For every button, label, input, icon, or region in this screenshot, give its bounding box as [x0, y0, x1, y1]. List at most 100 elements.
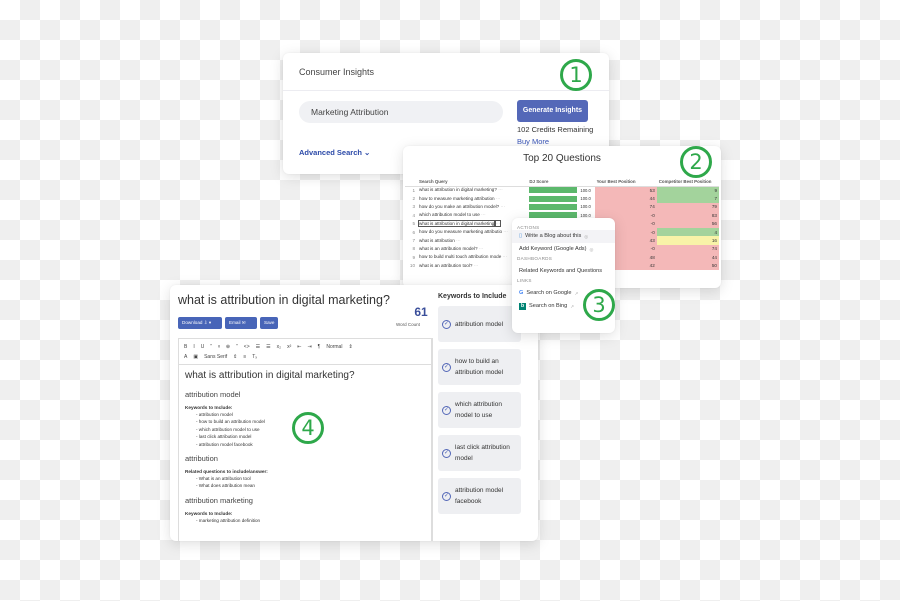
- code-icon[interactable]: <>: [244, 344, 250, 350]
- search-query-cell[interactable]: how do you make an attribution model? ⋯: [417, 203, 527, 211]
- outdent-icon[interactable]: ⇤: [297, 344, 301, 350]
- format-select-caret-icon[interactable]: ⇕: [348, 344, 352, 350]
- search-query-cell[interactable]: how do you measure marketing attributio …: [417, 228, 527, 236]
- search-input[interactable]: Marketing Attribution: [299, 101, 503, 123]
- competitor-best-position-cell: 9: [656, 186, 719, 195]
- menu-item-add-keyword[interactable]: Add Keyword (Google Ads) ◎: [512, 243, 615, 256]
- document-editor-card: what is attribution in digital marketing…: [170, 285, 538, 541]
- search-query-cell[interactable]: how to measure marketing attribution ⋯: [417, 194, 527, 202]
- row-number: 4: [412, 212, 416, 218]
- link-icon[interactable]: ᵍ: [218, 344, 220, 350]
- search-query-cell[interactable]: which attribution model to use ⋯: [417, 211, 527, 219]
- keyword-card[interactable]: ✓ how to build an attribution model: [438, 349, 521, 385]
- more-icon[interactable]: ⋯: [498, 187, 503, 192]
- keyword-card[interactable]: ✓ which attribution model to use: [438, 392, 521, 428]
- dj-score-cell: 100.0: [527, 203, 594, 211]
- email-button[interactable]: Email ✉: [225, 317, 257, 329]
- google-icon: G: [519, 290, 524, 296]
- keyword-card[interactable]: ✓ attribution model: [438, 306, 521, 342]
- font-select-caret-icon[interactable]: ⇕: [233, 354, 237, 360]
- table-row[interactable]: 1 what is attribution in digital marketin…: [405, 186, 719, 195]
- blockquote-icon[interactable]: ”: [236, 344, 238, 350]
- check-circle-icon: ✓: [442, 362, 451, 372]
- clear-format-icon[interactable]: Tₓ: [252, 354, 257, 360]
- italic-icon[interactable]: I: [193, 344, 194, 350]
- keyword-text: attribution model: [455, 320, 504, 328]
- step-badge-3: 3: [583, 289, 615, 321]
- keyword-text: how to build an attribution model: [455, 358, 504, 376]
- download-label: Download: [182, 320, 203, 325]
- bold-icon[interactable]: B: [184, 344, 187, 350]
- more-icon[interactable]: ⋯: [503, 254, 508, 259]
- more-icon[interactable]: ⋯: [456, 238, 461, 243]
- search-query-cell[interactable]: what is attribution in digital marketing…: [417, 186, 527, 194]
- more-icon[interactable]: ⋯: [479, 246, 484, 251]
- list-item: - marketing attribution definition: [196, 517, 261, 523]
- image-icon[interactable]: ⊕: [226, 344, 230, 350]
- table-row[interactable]: 2 how to measure marketing attribution ⋯ 1…: [405, 194, 719, 203]
- font-select[interactable]: Sans Serif: [204, 354, 227, 360]
- advanced-search-toggle[interactable]: Advanced Search ⌄: [299, 148, 370, 157]
- search-query-cell[interactable]: what is attribution in digital marketing…: [417, 219, 527, 228]
- buy-more-link[interactable]: Buy More: [517, 137, 549, 146]
- check-circle-icon: ✓: [442, 319, 451, 329]
- row-context-menu: ACTIONS ▯ Write a Blog about this ◎ Add …: [512, 218, 615, 333]
- search-query-cell[interactable]: how to build multi touch attribution mod…: [417, 253, 527, 261]
- section-subheading: attribution model: [185, 390, 241, 399]
- row-number: 9: [412, 254, 416, 260]
- score-bar: [529, 195, 578, 202]
- row-number: 3: [412, 204, 416, 210]
- generate-insights-button[interactable]: Generate Insights: [517, 100, 588, 122]
- col-search-query[interactable]: Search Query: [417, 177, 528, 187]
- section-label: Keywords to Include:: [185, 510, 233, 516]
- competitor-best-position-cell: 56: [656, 219, 719, 228]
- paragraph-icon[interactable]: ¶: [318, 344, 321, 350]
- bullet-list-icon[interactable]: ☰: [266, 344, 270, 350]
- score-bar: [529, 187, 578, 194]
- save-button[interactable]: Save: [260, 317, 279, 329]
- quote-icon[interactable]: ”: [210, 344, 212, 350]
- list-item: - What does attribution mean: [196, 483, 255, 489]
- more-icon[interactable]: ⋯: [474, 263, 479, 268]
- col-dj-score[interactable]: DJ Score: [527, 177, 595, 187]
- subscript-icon[interactable]: x₂: [277, 344, 281, 350]
- section-subheading: attribution: [185, 454, 218, 464]
- related-keywords-label: Related Keywords and Questions: [519, 268, 603, 274]
- search-query-cell[interactable]: what is an attribution model? ⋯: [417, 245, 527, 253]
- competitor-best-position-cell: 50: [656, 261, 719, 270]
- more-icon[interactable]: ⋯: [481, 212, 486, 217]
- indent-icon[interactable]: ⇥: [307, 344, 311, 350]
- table-row[interactable]: 3 how do you make an attribution model? ⋯…: [405, 202, 719, 212]
- underline-icon[interactable]: U: [201, 344, 205, 350]
- more-icon[interactable]: ⋯: [501, 204, 506, 209]
- download-button[interactable]: Download ⇩ ▾: [178, 317, 222, 329]
- more-icon[interactable]: ⋯: [494, 219, 502, 227]
- advanced-search-label: Advanced Search: [299, 148, 362, 157]
- menu-item-related-keywords[interactable]: Related Keywords and Questions: [512, 265, 615, 278]
- toolbar-row-1: B I U ” ᵍ ⊕ ” <> ☰ ☰ x₂ x² ⇤ ⇥ ¶ Normal ⇕: [184, 342, 426, 352]
- more-icon[interactable]: ⋯: [496, 196, 501, 201]
- col-your-best-position[interactable]: Your Best Position: [594, 177, 657, 187]
- search-query-cell[interactable]: what is an attribution tool? ⋯: [417, 262, 527, 270]
- more-icon[interactable]: ⋯: [503, 229, 508, 234]
- superscript-icon[interactable]: x²: [287, 344, 291, 350]
- keyword-card[interactable]: ✓ attribution model facebook: [438, 478, 521, 514]
- highlight-icon[interactable]: ▣: [193, 354, 198, 360]
- editor-content[interactable]: what is attribution in digital marketing…: [178, 365, 432, 541]
- row-number: 8: [412, 246, 416, 252]
- external-link-icon: ↗: [574, 291, 579, 296]
- score-value: 100.0: [580, 204, 591, 210]
- ordered-list-icon[interactable]: ☰: [256, 344, 260, 350]
- dj-score-cell: 100.0: [527, 194, 594, 202]
- step-badge-4: 4: [292, 412, 324, 444]
- format-select[interactable]: Normal: [326, 344, 342, 350]
- col-competitor-best-position[interactable]: Competitor Best Position: [656, 177, 719, 187]
- align-icon[interactable]: ≡: [243, 354, 246, 360]
- row-number: 1: [412, 187, 416, 193]
- text-color-icon[interactable]: A: [184, 354, 187, 360]
- menu-item-write-blog[interactable]: ▯ Write a Blog about this ◎: [512, 230, 615, 243]
- search-query-cell[interactable]: what is attribution ⋯: [417, 236, 527, 244]
- keyword-card[interactable]: ✓ last click attribution model: [438, 435, 521, 471]
- section-label: Keywords to Include:: [185, 405, 233, 410]
- external-link-icon: ↗: [570, 304, 575, 309]
